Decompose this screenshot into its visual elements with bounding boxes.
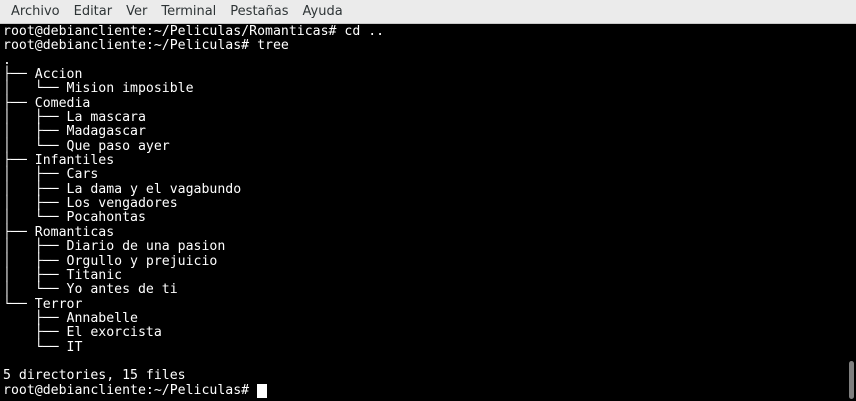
vertical-scrollbar[interactable]	[844, 24, 856, 401]
menu-editar[interactable]: Editar	[67, 2, 120, 21]
terminal-line: ├── Infantiles	[3, 153, 115, 169]
terminal-line: │ └── Pocahontas	[3, 210, 146, 226]
menu-ayuda[interactable]: Ayuda	[296, 2, 350, 21]
terminal-line: │ └── Que paso ayer	[3, 138, 170, 154]
terminal-line: │ └── Yo antes de ti	[3, 282, 178, 298]
terminal-line: │ ├── Madagascar	[3, 124, 146, 140]
menu-bar: Archivo Editar Ver Terminal Pestañas Ayu…	[0, 0, 856, 24]
terminal-line: │ ├── Cars	[3, 167, 99, 183]
terminal-window: Archivo Editar Ver Terminal Pestañas Ayu…	[0, 0, 856, 401]
shell-prompt: root@debiancliente:~/Peliculas#	[3, 382, 258, 398]
terminal-line: └── Terror	[3, 296, 83, 312]
terminal-line: │ ├── Diario de una pasion	[3, 239, 226, 255]
terminal-output[interactable]: root@debiancliente:~/Peliculas/Romantica…	[0, 24, 844, 401]
text-cursor	[257, 383, 268, 398]
terminal-line: root@debiancliente:~/Peliculas/Romantica…	[3, 24, 385, 39]
terminal-line: │ └── Mision imposible	[3, 81, 194, 97]
terminal-line: │ ├── La dama y el vagabundo	[3, 181, 242, 197]
menu-terminal[interactable]: Terminal	[154, 2, 223, 21]
terminal-line: .	[3, 52, 11, 68]
current-prompt-line[interactable]: root@debiancliente:~/Peliculas#	[3, 382, 844, 398]
menu-archivo[interactable]: Archivo	[4, 2, 67, 21]
menu-ver[interactable]: Ver	[119, 2, 154, 21]
terminal-line: 5 directories, 15 files	[3, 368, 186, 384]
scrollbar-thumb[interactable]	[849, 361, 854, 399]
terminal-line: root@debiancliente:~/Peliculas# tree	[3, 38, 289, 54]
menu-pestanas[interactable]: Pestañas	[223, 2, 295, 21]
terminal-line: └── IT	[3, 339, 83, 355]
terminal-line: │ ├── Orgullo y prejuicio	[3, 253, 218, 269]
terminal-line: ├── Comedia	[3, 95, 91, 111]
terminal-line: ├── Romanticas	[3, 224, 115, 240]
terminal-line: ├── El exorcista	[3, 325, 162, 341]
